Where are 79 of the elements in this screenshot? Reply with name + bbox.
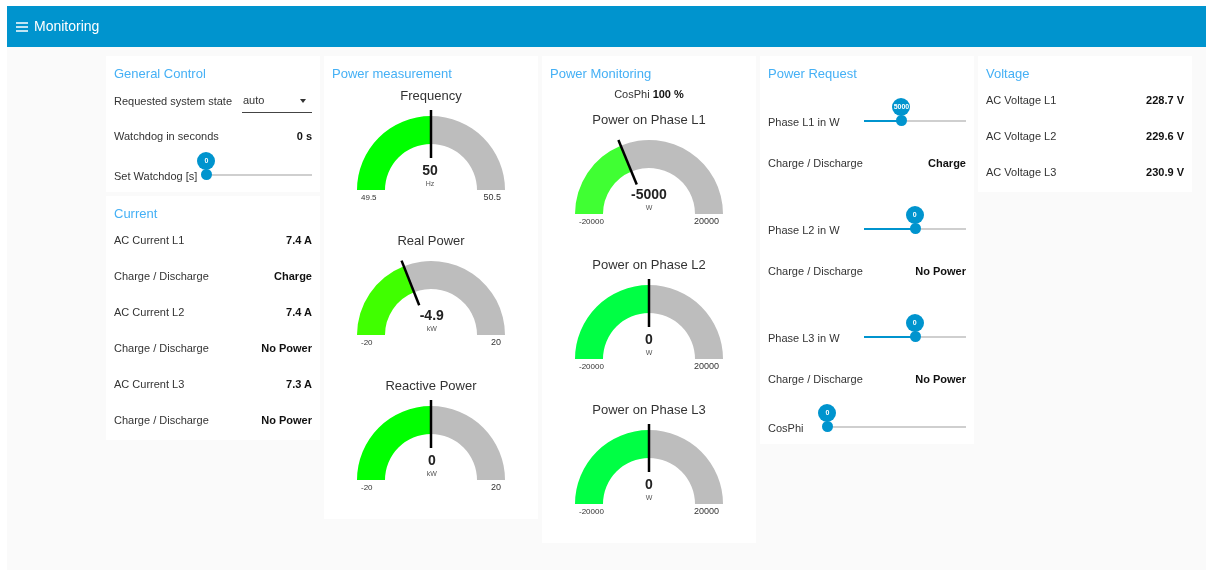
row-label: AC Voltage L3 bbox=[986, 164, 1057, 180]
cosphi-label: CosPhi bbox=[614, 86, 650, 102]
gauge-needle bbox=[429, 400, 433, 448]
gauge-needle bbox=[400, 260, 421, 306]
gauge-min: 49.5 bbox=[361, 192, 377, 204]
gauge-value: -4.9 bbox=[419, 307, 444, 323]
row-label: Charge / Discharge bbox=[768, 155, 863, 171]
row-value: No Power bbox=[261, 412, 312, 428]
row-value: 228.7 V bbox=[1146, 92, 1184, 108]
gauge-max: 50.5 bbox=[483, 191, 501, 204]
gauge-value: 0 bbox=[427, 452, 436, 468]
gauge-value: 50 bbox=[422, 162, 438, 178]
row-value: 0 s bbox=[296, 128, 312, 144]
slider-thumb[interactable] bbox=[909, 331, 921, 342]
gauge-title: Reactive Power bbox=[385, 378, 477, 394]
row-label: Charge / Discharge bbox=[114, 412, 209, 428]
row-label: Watchdog in seconds bbox=[114, 128, 219, 144]
gauge-max: 20000 bbox=[693, 215, 719, 228]
state-dropdown[interactable]: auto bbox=[242, 89, 312, 113]
field-label: Requested system state bbox=[114, 93, 232, 109]
slider-thumb[interactable] bbox=[909, 223, 921, 234]
row-value: Charge bbox=[274, 268, 312, 284]
caret-icon bbox=[300, 98, 306, 103]
row-value: No Power bbox=[915, 263, 966, 279]
menu-icon[interactable] bbox=[16, 21, 28, 32]
gauge-min: -20 bbox=[361, 482, 373, 494]
row-value: No Power bbox=[261, 340, 312, 356]
gauge-max: 20000 bbox=[693, 360, 719, 373]
gauge-needle bbox=[647, 279, 651, 327]
gauge-title: Frequency bbox=[400, 88, 462, 104]
gauge-max: 20000 bbox=[693, 505, 719, 518]
gauge-title: Real Power bbox=[397, 233, 465, 249]
row-value: Charge bbox=[928, 155, 966, 171]
row-value: 7.3 A bbox=[286, 376, 312, 392]
row-value: No Power bbox=[915, 371, 966, 387]
group-title: Power measurement bbox=[332, 66, 452, 82]
slider-thumb[interactable] bbox=[896, 115, 908, 126]
gauge-value: 0 bbox=[645, 476, 653, 492]
slider-label: Phase L2 in W bbox=[768, 222, 840, 238]
group-title: General Control bbox=[114, 66, 206, 82]
row-label: Charge / Discharge bbox=[114, 268, 209, 284]
group-title: Voltage bbox=[986, 66, 1030, 82]
gauge-title: Power on Phase L1 bbox=[592, 112, 706, 128]
gauge-title: Power on Phase L3 bbox=[592, 402, 706, 418]
row-value: 7.4 A bbox=[286, 304, 312, 320]
slider-label: CosPhi bbox=[768, 420, 804, 436]
slider-label: Phase L3 in W bbox=[768, 330, 840, 346]
slider-thumb[interactable] bbox=[822, 421, 834, 432]
row-label: AC Current L1 bbox=[114, 232, 185, 248]
slider-label: Phase L1 in W bbox=[768, 114, 840, 130]
cosphi-value: 100 % bbox=[652, 86, 684, 102]
gauge-min: -20000 bbox=[579, 506, 604, 518]
row-label: AC Current L3 bbox=[114, 376, 185, 392]
row-value: 230.9 V bbox=[1146, 164, 1184, 180]
gauge-min: -20 bbox=[361, 337, 373, 349]
gauge-needle bbox=[429, 110, 433, 158]
row-value: 229.6 V bbox=[1146, 128, 1184, 144]
row-label: AC Voltage L1 bbox=[986, 92, 1057, 108]
group-title: Power Request bbox=[768, 66, 857, 82]
gauge-needle bbox=[647, 424, 651, 472]
gauge-title: Power on Phase L2 bbox=[592, 257, 706, 273]
row-label: AC Voltage L2 bbox=[986, 128, 1057, 144]
row-label: AC Current L2 bbox=[114, 304, 185, 320]
gauge-needle bbox=[617, 139, 638, 185]
group-title: Current bbox=[114, 206, 158, 222]
slider-thumb[interactable] bbox=[201, 169, 213, 180]
gauge-max: 20 bbox=[491, 481, 501, 494]
group-title: Power Monitoring bbox=[550, 66, 652, 82]
row-label: Charge / Discharge bbox=[114, 340, 209, 356]
row-label: Charge / Discharge bbox=[768, 371, 863, 387]
gauge-min: -20000 bbox=[579, 216, 604, 228]
gauge-min: -20000 bbox=[579, 361, 604, 373]
gauge-value: 0 bbox=[645, 331, 653, 347]
gauge-value: -5000 bbox=[631, 186, 667, 202]
gauge-max: 20 bbox=[490, 336, 501, 349]
row-value: 7.4 A bbox=[286, 232, 312, 248]
slider-label: Set Watchdog [s] bbox=[114, 168, 198, 184]
app-title: Monitoring bbox=[34, 17, 100, 36]
row-label: Charge / Discharge bbox=[768, 263, 863, 279]
